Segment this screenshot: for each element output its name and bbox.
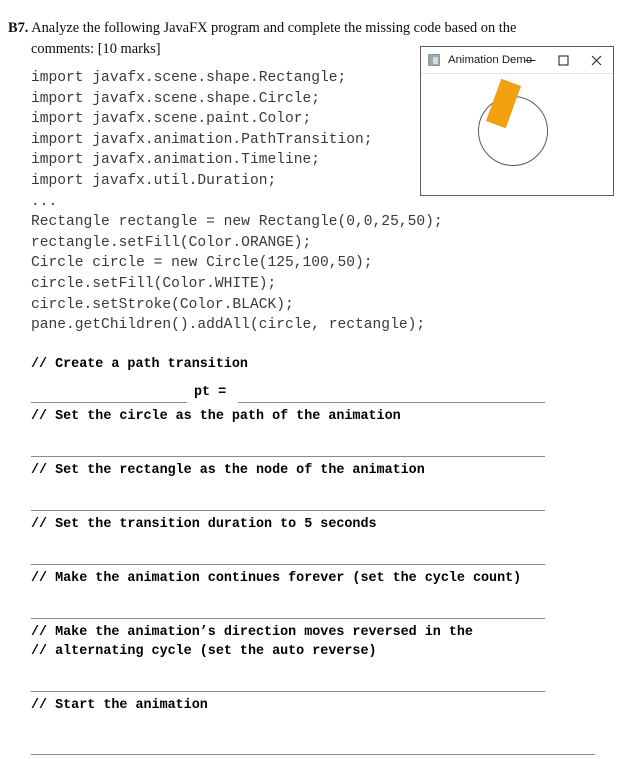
animation-canvas — [421, 74, 613, 195]
code-line: rectangle.setFill(Color.ORANGE); — [31, 234, 312, 251]
maximize-icon[interactable] — [547, 47, 580, 74]
comment-set-transition-duration: // Set the transition duration to 5 seco… — [31, 517, 377, 532]
comment-set-cycle-count: // Make the animation continues forever … — [31, 571, 522, 586]
answer-blank-row[interactable] — [31, 602, 596, 623]
minimize-icon[interactable] — [514, 47, 547, 74]
application-icon — [428, 54, 440, 66]
answer-blank-row[interactable] — [31, 738, 596, 759]
question-label: B7. — [8, 20, 29, 36]
javafx-app-window: Animation Demo — [420, 46, 614, 196]
answer-blank-line[interactable] — [31, 564, 545, 565]
answer-blank-type[interactable] — [31, 402, 187, 403]
comment-set-circle-as-path: // Set the circle as the path of the ani… — [31, 409, 401, 424]
answer-blank-line[interactable] — [31, 691, 545, 692]
comment-create-path-transition: // Create a path transition — [31, 357, 248, 372]
answer-area: // Create a path transition pt = // Set … — [31, 355, 596, 759]
code-line: pane.getChildren().addAll(circle, rectan… — [31, 317, 426, 334]
answer-blank-row[interactable] — [31, 675, 596, 696]
code-line: Rectangle rectangle = new Rectangle(0,0,… — [31, 214, 443, 231]
answer-blank-line[interactable] — [31, 510, 545, 511]
answer-blank-line[interactable] — [31, 456, 545, 457]
answer-blank-row[interactable] — [31, 494, 596, 515]
comment-start-animation: // Start the animation — [31, 698, 208, 713]
window-title-bar: Animation Demo — [421, 47, 613, 74]
comment-auto-reverse-line-2: // alternating cycle (set the auto rever… — [31, 644, 377, 659]
question-text-line-1: Analyze the following JavaFX program and… — [31, 20, 517, 36]
comment-auto-reverse-line-1: // Make the animation’s direction moves … — [31, 625, 473, 640]
answer-blank-row[interactable] — [31, 548, 596, 569]
answer-blank-pt-declaration[interactable]: pt = — [31, 381, 596, 407]
answer-blank-line[interactable] — [31, 618, 545, 619]
pt-variable-label: pt = — [194, 385, 227, 400]
code-line: circle.setFill(Color.WHITE); — [31, 275, 277, 292]
close-icon[interactable] — [580, 47, 613, 74]
window-controls — [514, 47, 613, 74]
code-line: Circle circle = new Circle(125,100,50); — [31, 255, 373, 272]
answer-blank-row[interactable] — [31, 440, 596, 461]
comment-set-rectangle-as-node: // Set the rectangle as the node of the … — [31, 463, 425, 478]
code-line: circle.setStroke(Color.BLACK); — [31, 296, 294, 313]
answer-blank-line[interactable] — [31, 754, 595, 755]
answer-blank-value[interactable] — [238, 402, 545, 403]
